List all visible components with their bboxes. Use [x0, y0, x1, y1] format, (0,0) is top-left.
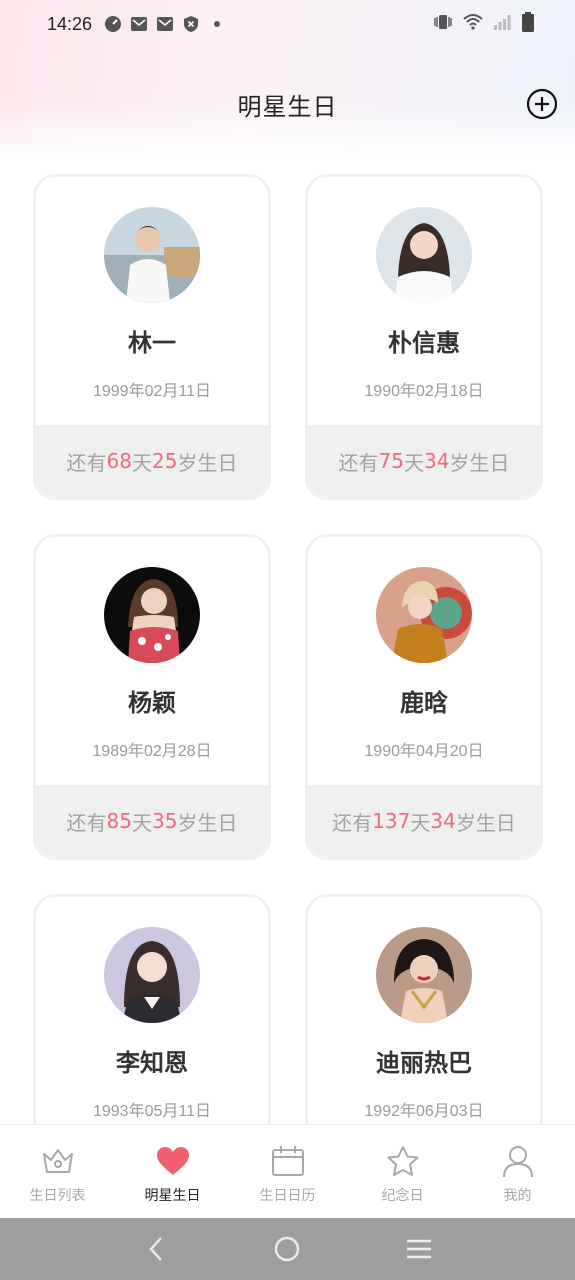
system-nav-bar — [0, 1218, 575, 1280]
add-button[interactable] — [525, 87, 559, 121]
chevron-left-icon — [149, 1237, 162, 1261]
status-time: 14:26 — [47, 13, 93, 34]
star-icon — [385, 1143, 421, 1179]
tab-label: 明星生日 — [144, 1188, 201, 1204]
tab-label: 生日列表 — [29, 1188, 86, 1204]
star-card[interactable]: 迪丽热巴 1992年06月03日 还有 — [305, 894, 543, 1124]
avatar — [104, 567, 200, 663]
tab-mine[interactable]: 我的 — [460, 1125, 575, 1218]
bottom-tab-bar: 生日列表 明星生日 生日日历 纪念日 我的 — [0, 1124, 575, 1218]
avatar — [104, 207, 200, 303]
star-birthday-list[interactable]: 林一 1999年02月11日 还有 68 天 25 岁生日 朴信惠 1990年02月18… — [0, 160, 575, 1124]
tab-birthday-calendar[interactable]: 生日日历 — [230, 1125, 345, 1218]
mail-icon — [156, 15, 174, 33]
tab-birthday-list[interactable]: 生日列表 — [0, 1125, 115, 1218]
battery-icon — [521, 11, 535, 37]
countdown-suffix: 岁生日 — [455, 810, 516, 835]
heart-icon — [155, 1143, 191, 1179]
home-button[interactable] — [267, 1229, 307, 1269]
menu-icon — [407, 1239, 432, 1259]
countdown-age: 34 — [424, 449, 450, 473]
star-name: 杨颖 — [128, 689, 176, 717]
countdown-days: 68 — [106, 449, 132, 473]
page-title: 明星生日 — [237, 92, 338, 121]
countdown-days: 75 — [378, 449, 404, 473]
countdown-age: 34 — [430, 809, 456, 833]
countdown-mid: 天 — [132, 810, 152, 835]
countdown-mid: 天 — [404, 450, 424, 475]
countdown-prefix: 还有 — [338, 450, 379, 475]
countdown-age: 25 — [152, 449, 178, 473]
countdown: 还有 68 天 25 岁生日 — [36, 425, 268, 497]
countdown-days: 85 — [106, 809, 132, 833]
star-card[interactable]: 鹿晗 1990年04月20日 还有 137 天 34 岁生日 — [305, 534, 543, 860]
dot-icon — [208, 15, 226, 33]
avatar — [376, 927, 472, 1023]
tab-anniversary[interactable]: 纪念日 — [345, 1125, 460, 1218]
star-name: 朴信惠 — [388, 329, 460, 357]
countdown-suffix: 岁生日 — [177, 450, 238, 475]
vibrate-icon — [433, 13, 453, 36]
avatar — [104, 927, 200, 1023]
star-name: 林一 — [128, 329, 176, 357]
avatar — [376, 567, 472, 663]
countdown: 还有 137 天 34 岁生日 — [308, 785, 540, 857]
back-button[interactable] — [136, 1229, 176, 1269]
star-card[interactable]: 林一 1999年02月11日 还有 68 天 25 岁生日 — [33, 174, 271, 500]
page-header: 明星生日 — [0, 76, 575, 132]
tab-label: 我的 — [503, 1188, 532, 1204]
countdown-prefix: 还有 — [332, 810, 373, 835]
star-name: 李知恩 — [116, 1049, 188, 1077]
countdown-age: 35 — [152, 809, 178, 833]
tab-label: 生日日历 — [259, 1188, 316, 1204]
recents-button[interactable] — [399, 1229, 439, 1269]
mail-icon — [130, 15, 148, 33]
crown-icon — [40, 1143, 76, 1179]
countdown-mid: 天 — [132, 450, 152, 475]
wifi-icon — [463, 13, 483, 36]
birth-date: 1990年04月20日 — [364, 743, 484, 760]
birth-date: 1989年02月28日 — [92, 743, 212, 760]
countdown-mid: 天 — [410, 810, 431, 835]
countdown-days: 137 — [372, 809, 411, 833]
countdown: 还有 75 天 34 岁生日 — [308, 425, 540, 497]
star-name: 鹿晗 — [400, 689, 448, 717]
star-card[interactable]: 杨颖 1989年02月28日 还有 85 天 35 岁生日 — [33, 534, 271, 860]
shield-x-icon — [182, 15, 200, 33]
countdown-suffix: 岁生日 — [449, 450, 510, 475]
star-name: 迪丽热巴 — [376, 1049, 472, 1077]
calendar-icon — [270, 1143, 306, 1179]
birth-date: 1999年02月11日 — [92, 383, 211, 400]
birth-date: 1993年05月11日 — [92, 1103, 211, 1120]
user-icon — [500, 1143, 536, 1179]
tab-star-birthday[interactable]: 明星生日 — [115, 1125, 230, 1218]
gauge-icon — [104, 15, 122, 33]
star-card[interactable]: 朴信惠 1990年02月18日 还有 75 天 34 岁生日 — [305, 174, 543, 500]
star-card[interactable]: 李知恩 1993年05月11日 还有 — [33, 894, 271, 1124]
plus-circle-icon — [526, 88, 558, 120]
status-bar: 14:26 — [0, 0, 575, 48]
countdown-prefix: 还有 — [66, 450, 107, 475]
signal-icon — [493, 13, 511, 36]
birth-date: 1990年02月18日 — [364, 383, 484, 400]
countdown: 还有 85 天 35 岁生日 — [36, 785, 268, 857]
circle-icon — [275, 1236, 300, 1262]
avatar — [376, 207, 472, 303]
tab-label: 纪念日 — [381, 1188, 424, 1204]
countdown-prefix: 还有 — [66, 810, 107, 835]
countdown-suffix: 岁生日 — [177, 810, 238, 835]
birth-date: 1992年06月03日 — [364, 1103, 484, 1120]
